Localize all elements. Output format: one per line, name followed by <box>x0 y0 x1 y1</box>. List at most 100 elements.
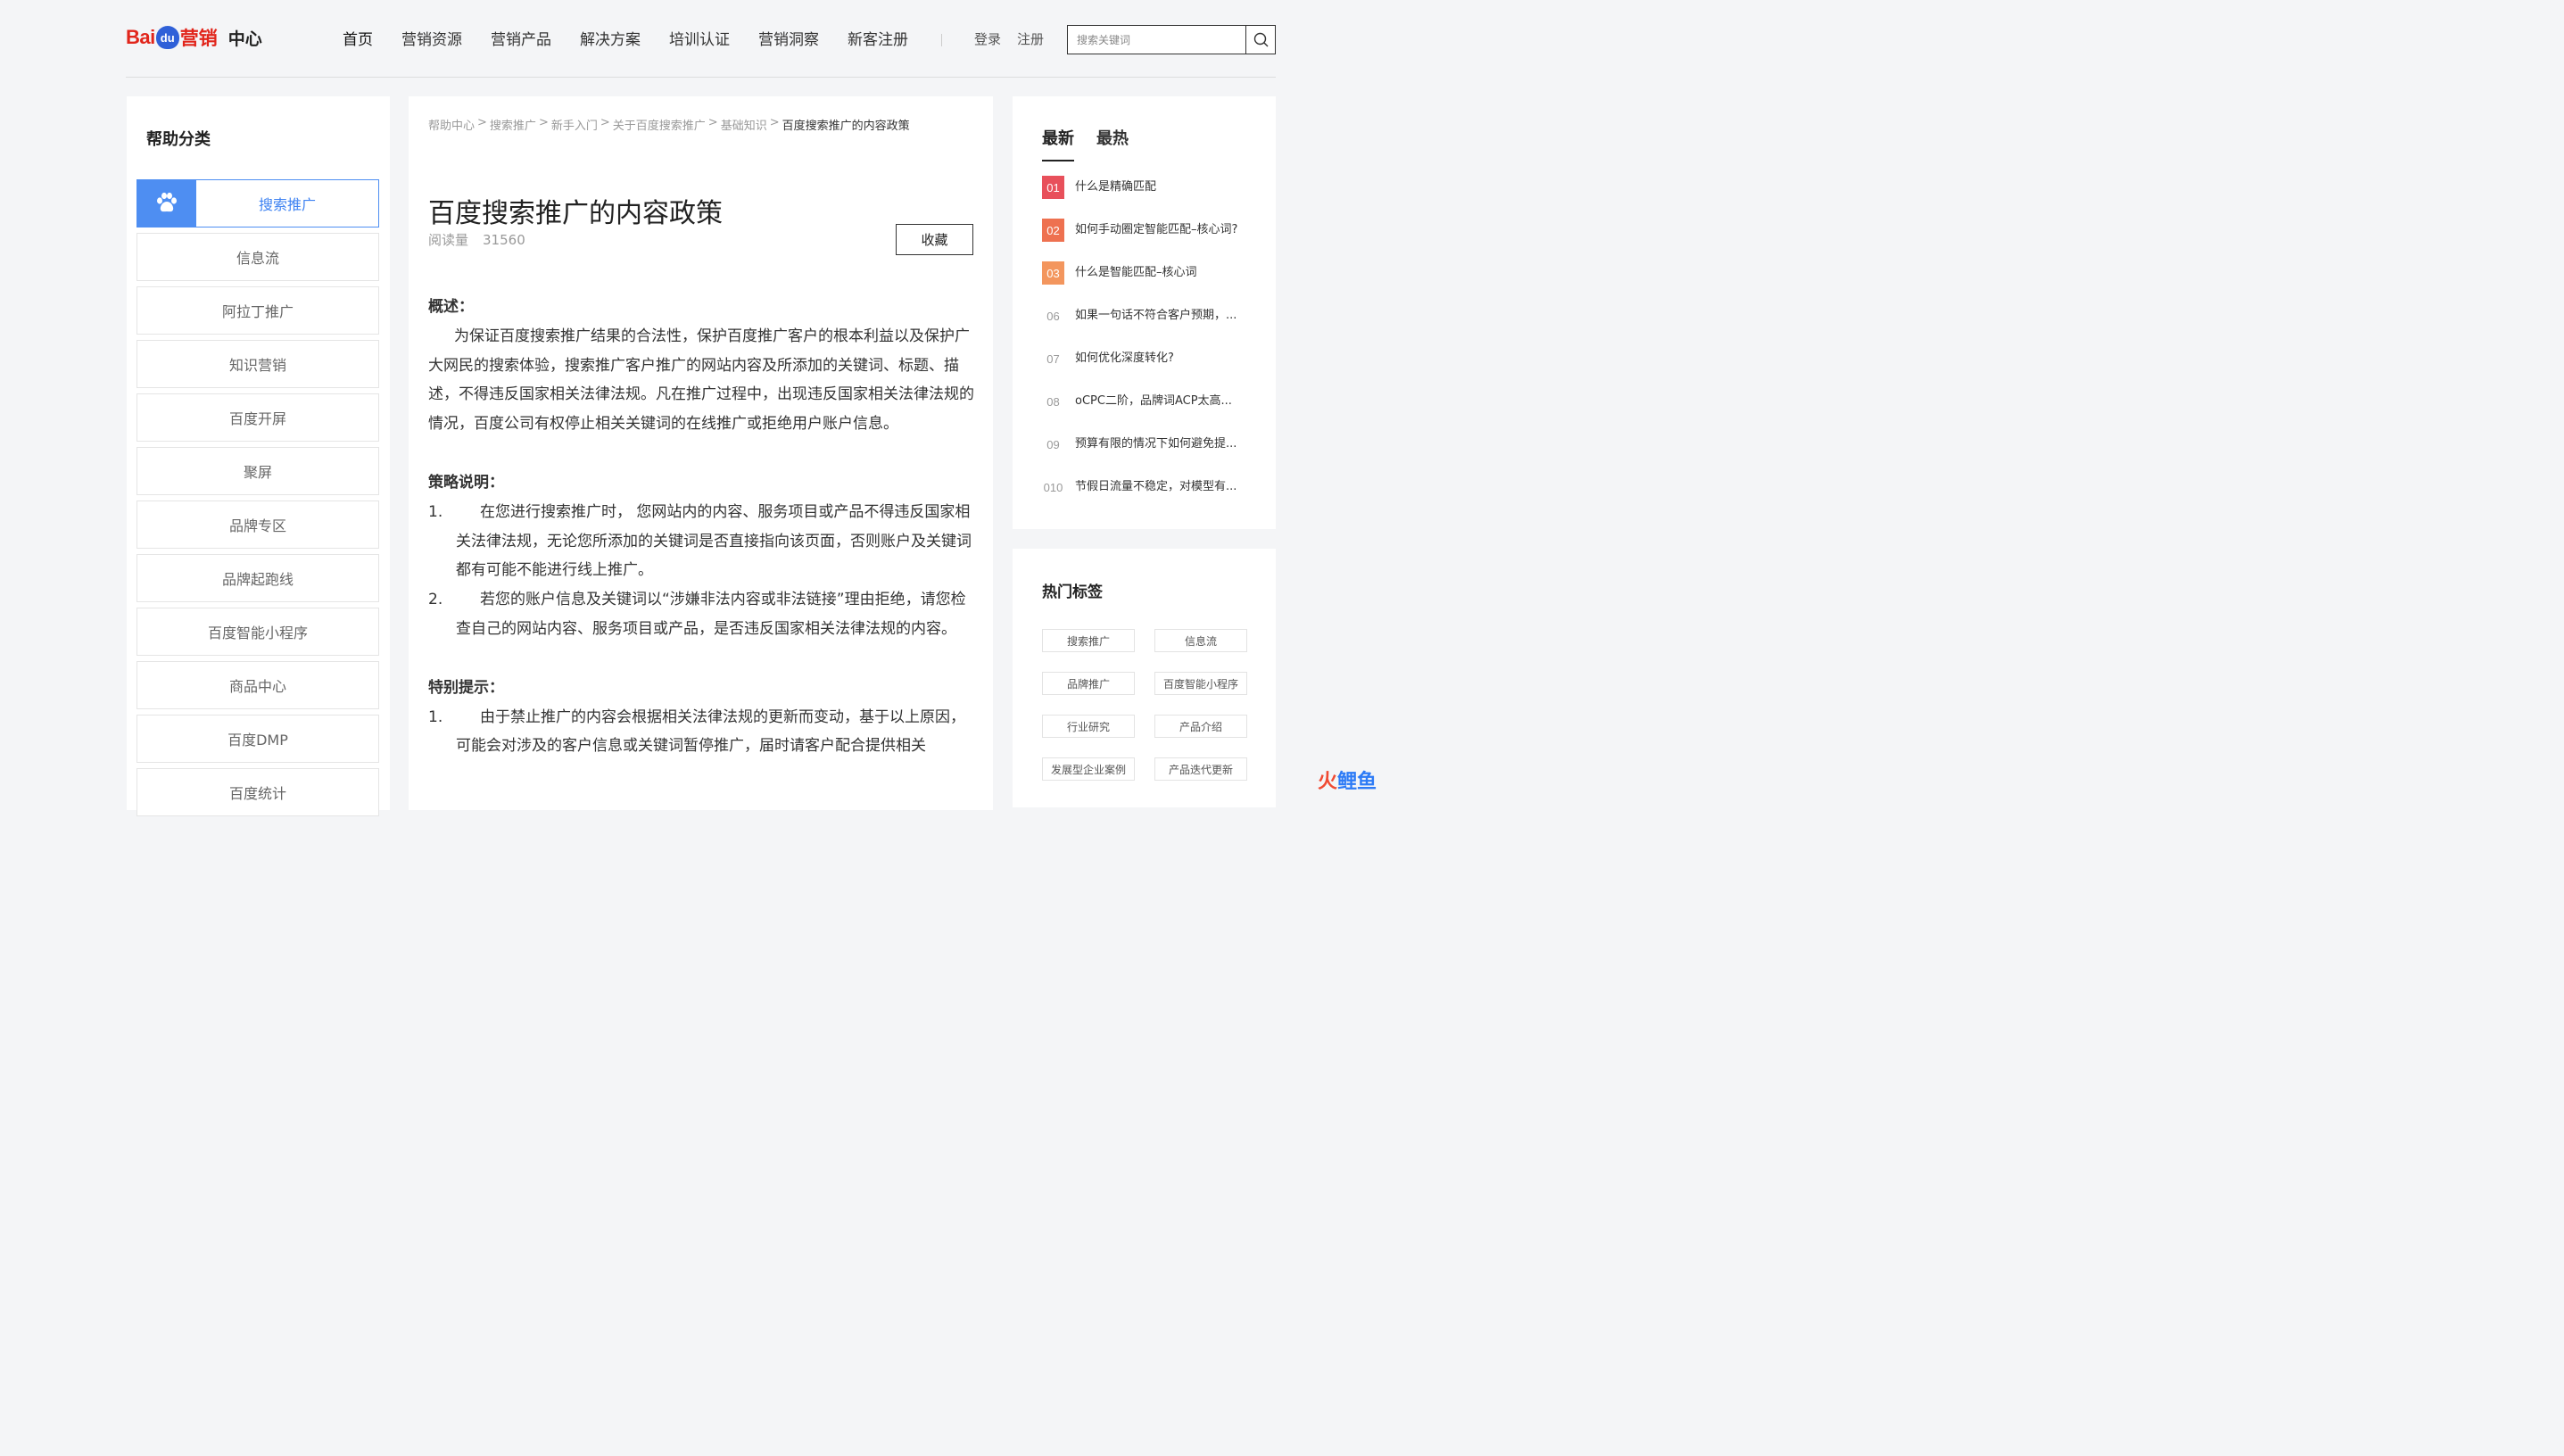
list-item[interactable]: 03 什么是智能匹配–核心词 <box>1042 261 1256 304</box>
category-label: 百度统计 <box>228 785 286 802</box>
category-brand-zone[interactable]: 品牌专区 <box>136 500 379 549</box>
nav-resources[interactable]: 营销资源 <box>401 28 462 53</box>
tag-item[interactable]: 品牌推广 <box>1042 672 1135 695</box>
list-text: 由于禁止推广的内容会根据相关法律法规的更新而变动，基于以上原因，可能会对涉及的客… <box>456 707 965 756</box>
breadcrumb-item[interactable]: 搜索推广 <box>490 116 536 133</box>
auth-links: 登录 注册 <box>974 29 1060 48</box>
tag-item[interactable]: 搜索推广 <box>1042 629 1135 652</box>
nav-solutions[interactable]: 解决方案 <box>580 28 641 53</box>
chevron-right-icon: > <box>707 116 718 129</box>
latest-articles-panel: 最新 最热 01 什么是精确匹配 02 如何手动圈定智能匹配–核心词? 03 什… <box>1013 96 1276 529</box>
search-icon <box>1253 32 1268 47</box>
logo-text-bai: Bai <box>126 26 155 48</box>
hot-tags-title: 热门标签 <box>1042 583 1103 601</box>
read-count-value: 31560 <box>483 232 525 248</box>
list-item[interactable]: 09 预算有限的情况下如何避免提... <box>1042 433 1256 476</box>
list-number: 1. <box>428 502 443 521</box>
tag-item[interactable]: 信息流 <box>1154 629 1247 652</box>
search-input[interactable] <box>1068 26 1245 54</box>
favorite-button[interactable]: 收藏 <box>896 224 973 255</box>
category-label: 商品中心 <box>228 678 286 695</box>
nav-divider <box>941 34 942 46</box>
hot-tags-panel: 热门标签 搜索推广 信息流 品牌推广 百度智能小程序 行业研究 产品介绍 发展型… <box>1013 549 1276 807</box>
category-mini-program[interactable]: 百度智能小程序 <box>136 608 379 656</box>
breadcrumb: 帮助中心 > 搜索推广 > 新手入门 > 关于百度搜索推广 > 基础知识 > 百… <box>428 116 910 133</box>
category-search-promotion[interactable]: 搜索推广 <box>136 179 379 228</box>
logo-text-center: 中心 <box>227 29 262 49</box>
tag-item[interactable]: 发展型企业案例 <box>1042 757 1135 781</box>
category-feed[interactable]: 信息流 <box>136 233 379 281</box>
category-knowledge-marketing[interactable]: 知识营销 <box>136 340 379 388</box>
tag-grid: 搜索推广 信息流 品牌推广 百度智能小程序 行业研究 产品介绍 发展型企业案例 … <box>1042 629 1247 781</box>
nav-training[interactable]: 培训认证 <box>669 28 730 53</box>
tag-item[interactable]: 行业研究 <box>1042 715 1135 738</box>
nav-products[interactable]: 营销产品 <box>491 28 551 53</box>
rank-badge: 06 <box>1046 309 1060 323</box>
main-nav: 首页 营销资源 营销产品 解决方案 培训认证 营销洞察 新客注册 <box>343 28 937 53</box>
chevron-right-icon: > <box>538 116 549 129</box>
latest-tabs: 最新 最热 <box>1042 126 1151 161</box>
list-item[interactable]: 01 什么是精确匹配 <box>1042 176 1256 219</box>
read-count-label: 阅读量 <box>428 232 469 248</box>
list-item[interactable]: 010 节假日流量不稳定，对模型有... <box>1042 476 1256 518</box>
rank-badge: 08 <box>1046 394 1060 409</box>
list-item[interactable]: 07 如何优化深度转化? <box>1042 347 1256 390</box>
tab-hottest[interactable]: 最热 <box>1096 126 1129 161</box>
category-list: 搜索推广 信息流 阿拉丁推广 知识营销 百度开屏 聚屏 品牌专区 品牌起跑线 百… <box>136 179 379 822</box>
help-category-sidebar: 帮助分类 搜索推广 信息流 阿拉丁推广 知识营销 百度开屏 聚屏 品牌专区 品牌… <box>127 96 390 816</box>
category-brand-starting-line[interactable]: 品牌起跑线 <box>136 554 379 602</box>
list-item[interactable]: 02 如何手动圈定智能匹配–核心词? <box>1042 219 1256 261</box>
breadcrumb-item[interactable]: 基础知识 <box>721 116 767 133</box>
rank-title: 如何优化深度转化? <box>1075 352 1174 365</box>
tag-item[interactable]: 百度智能小程序 <box>1154 672 1247 695</box>
breadcrumb-item[interactable]: 新手入门 <box>551 116 598 133</box>
rank-badge: 09 <box>1046 437 1060 451</box>
watermark-text-2: 鲤鱼 <box>1337 771 1377 793</box>
list-number: 1. <box>428 707 443 726</box>
breadcrumb-item[interactable]: 关于百度搜索推广 <box>613 116 706 133</box>
article-content: 概述： 为保证百度搜索推广结果的合法性，保护百度推广客户的根本利益以及保护广大网… <box>428 293 974 761</box>
search-button[interactable] <box>1245 26 1275 54</box>
nav-insights[interactable]: 营销洞察 <box>758 28 819 53</box>
rank-title: 如何手动圈定智能匹配–核心词? <box>1075 223 1238 236</box>
category-aladdin[interactable]: 阿拉丁推广 <box>136 286 379 335</box>
tag-item[interactable]: 产品迭代更新 <box>1154 757 1247 781</box>
rank-title: 什么是智能匹配–核心词 <box>1075 266 1197 279</box>
nav-home[interactable]: 首页 <box>343 28 373 53</box>
rank-title: 节假日流量不稳定，对模型有... <box>1075 480 1237 493</box>
list-item[interactable]: 06 如果一句话不符合客户预期，... <box>1042 304 1256 347</box>
watermark-text-1: 火 <box>1318 771 1338 793</box>
breadcrumb-current: 百度搜索推广的内容政策 <box>782 120 910 133</box>
tab-latest[interactable]: 最新 <box>1042 126 1074 161</box>
tag-item[interactable]: 产品介绍 <box>1154 715 1247 738</box>
category-statistics[interactable]: 百度统计 <box>136 768 379 816</box>
list-item: 1. 在您进行搜索推广时， 您网站内的内容、服务项目或产品不得违反国家相关法律法… <box>428 498 974 585</box>
login-link[interactable]: 登录 <box>974 29 1001 48</box>
category-label: 阿拉丁推广 <box>221 303 294 320</box>
list-item: 2. 若您的账户信息及关键词以“涉嫌非法内容或非法链接”理由拒绝，请您检查自己的… <box>428 585 974 644</box>
category-juping[interactable]: 聚屏 <box>136 447 379 495</box>
chevron-right-icon: > <box>477 116 487 129</box>
category-label: 信息流 <box>236 250 279 267</box>
category-splash-screen[interactable]: 百度开屏 <box>136 393 379 442</box>
section-title-tips: 特别提示： <box>428 678 504 697</box>
rank-badge: 03 <box>1042 261 1064 285</box>
rank-badge: 01 <box>1042 176 1064 199</box>
section-title-strategy: 策略说明： <box>428 473 504 492</box>
breadcrumb-item[interactable]: 帮助中心 <box>428 116 475 133</box>
category-dmp[interactable]: 百度DMP <box>136 715 379 763</box>
rank-title: 如果一句话不符合客户预期，... <box>1075 309 1237 322</box>
register-link[interactable]: 注册 <box>1017 29 1044 48</box>
baidu-marketing-logo[interactable]: Bai du 营销 中心 <box>126 20 262 55</box>
article-title: 百度搜索推广的内容政策 <box>428 198 723 230</box>
chevron-right-icon: > <box>600 116 610 129</box>
list-item[interactable]: 08 oCPC二阶，品牌词ACP太高... <box>1042 390 1256 433</box>
logo-paw-icon: du <box>155 26 179 49</box>
rank-title: oCPC二阶，品牌词ACP太高... <box>1075 394 1232 408</box>
category-label: 百度开屏 <box>228 410 286 427</box>
nav-new-customer[interactable]: 新客注册 <box>848 28 908 53</box>
category-label: 品牌专区 <box>228 517 286 534</box>
category-product-center[interactable]: 商品中心 <box>136 661 379 709</box>
list-text: 在您进行搜索推广时， 您网站内的内容、服务项目或产品不得违反国家相关法律法规，无… <box>456 502 972 580</box>
sidebar-title: 帮助分类 <box>146 130 211 149</box>
